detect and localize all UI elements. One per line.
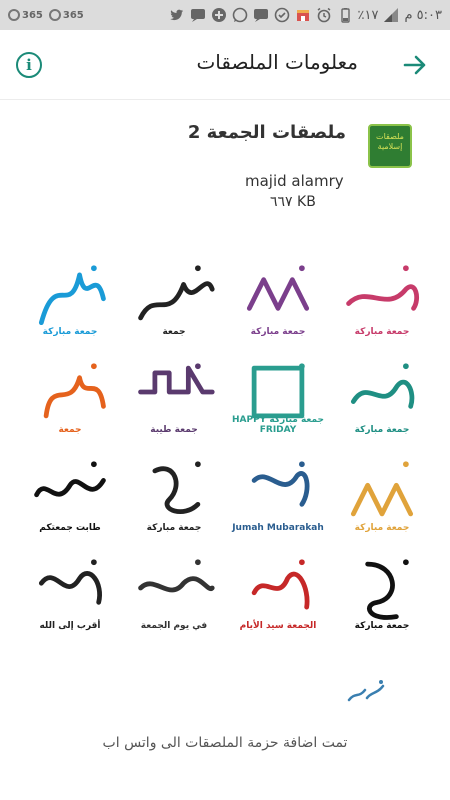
sticker-10[interactable]: جمعة مباركة bbox=[124, 441, 224, 539]
sticker-label: جمعة مباركة bbox=[354, 327, 410, 337]
pack-info: ملصقات إسلامية ملصقات الجمعة 2 majid ala… bbox=[0, 100, 450, 220]
app-365-icon: 365 bbox=[8, 9, 43, 21]
sticker-7[interactable]: جمعة مباركة HAPPY FRIDAY bbox=[228, 343, 328, 441]
pack-name: ملصقات الجمعة 2 bbox=[187, 122, 346, 143]
pack-tray-icon: ملصقات إسلامية bbox=[368, 124, 412, 168]
sticker-6[interactable]: جمعة طيبة bbox=[124, 343, 224, 441]
sticker-label: جمعة مباركة bbox=[42, 327, 98, 337]
sticker-label: Jumah Mubarakah bbox=[232, 523, 324, 533]
sticker-art bbox=[38, 559, 102, 605]
page-title: معلومات الملصقات bbox=[196, 50, 358, 74]
sticker-art bbox=[246, 265, 310, 311]
back-arrow-icon[interactable] bbox=[402, 52, 428, 78]
sticker-art bbox=[38, 265, 106, 326]
sticker-3[interactable]: جمعة مباركة bbox=[228, 245, 328, 343]
sticker-14[interactable]: في يوم الجمعة bbox=[124, 539, 224, 637]
sticker-art bbox=[34, 461, 106, 498]
alarm-icon bbox=[316, 7, 332, 23]
sticker-art bbox=[43, 363, 106, 419]
sticker-grid: جمعة مباركة جمعة جمعة مباركة جمعة مباركة جمع… bbox=[20, 245, 430, 637]
sticker-label: جمعة مباركة bbox=[354, 621, 410, 631]
sticker-label: أقرب إلى الله bbox=[39, 621, 101, 631]
sticker-8[interactable]: جمعة مباركة bbox=[332, 343, 432, 441]
check-circle-icon bbox=[274, 7, 290, 23]
sticker-2[interactable]: جمعة bbox=[124, 245, 224, 343]
app-365-icon-2: 365 bbox=[48, 9, 84, 21]
add-circle-icon bbox=[211, 7, 227, 23]
sticker-5[interactable]: جمعة bbox=[20, 343, 120, 441]
sticker-13[interactable]: أقرب إلى الله bbox=[20, 539, 120, 637]
sticker-label: جمعة bbox=[162, 327, 186, 337]
sticker-art bbox=[251, 559, 310, 610]
sticker-art bbox=[138, 559, 215, 593]
status-bar: 365 365 ٪١٧ ٥:٠٣ م bbox=[0, 0, 450, 30]
sticker-label: جمعة مباركة bbox=[146, 523, 202, 533]
battery-percent: ٪١٧ bbox=[357, 7, 379, 23]
whatsapp-icon bbox=[232, 7, 248, 23]
sticker-art bbox=[138, 265, 215, 321]
sticker-art bbox=[365, 559, 409, 620]
sticker-label: جمعة bbox=[58, 425, 82, 435]
sticker-16[interactable]: جمعة مباركة bbox=[332, 539, 432, 637]
status-right: ٪١٧ ٥:٠٣ م bbox=[169, 7, 442, 23]
sticker-label: الجمعة سيد الأيام bbox=[239, 621, 317, 631]
sticker-art bbox=[251, 461, 310, 507]
sticker-label: جمعة مباركة HAPPY FRIDAY bbox=[231, 415, 325, 435]
sticker-1[interactable]: جمعة مباركة bbox=[20, 245, 120, 343]
sticker-4[interactable]: جمعة مباركة bbox=[332, 245, 432, 343]
status-time: ٥:٠٣ م bbox=[404, 7, 442, 23]
status-left: 365 365 bbox=[8, 9, 84, 21]
sticker-art bbox=[152, 461, 201, 515]
sticker-9[interactable]: طابت جمعتكم bbox=[20, 441, 120, 539]
sticker-art bbox=[138, 363, 215, 395]
added-to-whatsapp-message: تمت اضافة حزمة الملصقات الى واتس اب bbox=[102, 735, 348, 751]
sticker-15[interactable]: الجمعة سيد الأيام bbox=[228, 539, 328, 637]
sticker-12[interactable]: جمعة مباركة bbox=[332, 441, 432, 539]
message-icon bbox=[190, 7, 206, 23]
sticker-art bbox=[350, 363, 415, 409]
sticker-art bbox=[350, 461, 414, 517]
signal-icon bbox=[383, 7, 399, 23]
sticker-label: جمعة مباركة bbox=[354, 425, 410, 435]
twitter-icon bbox=[169, 7, 185, 23]
sticker-partial[interactable] bbox=[345, 670, 389, 714]
sticker-label: جمعة مباركة bbox=[354, 523, 410, 533]
shop-icon bbox=[295, 7, 311, 23]
message-icon-2 bbox=[253, 7, 269, 23]
info-icon[interactable]: i bbox=[16, 52, 42, 78]
pack-size: ٦٦٧ KB bbox=[270, 194, 316, 210]
app-bar: i معلومات الملصقات bbox=[0, 30, 450, 100]
sticker-label: طابت جمعتكم bbox=[39, 523, 101, 533]
battery-icon bbox=[337, 7, 353, 23]
sticker-label: جمعة مباركة bbox=[250, 327, 306, 337]
pack-publisher: majid alamry bbox=[245, 172, 344, 190]
sticker-label: جمعة طيبة bbox=[150, 425, 198, 435]
sticker-label: في يوم الجمعة bbox=[140, 621, 208, 631]
sticker-11[interactable]: Jumah Mubarakah bbox=[228, 441, 328, 539]
sticker-art bbox=[346, 265, 419, 311]
